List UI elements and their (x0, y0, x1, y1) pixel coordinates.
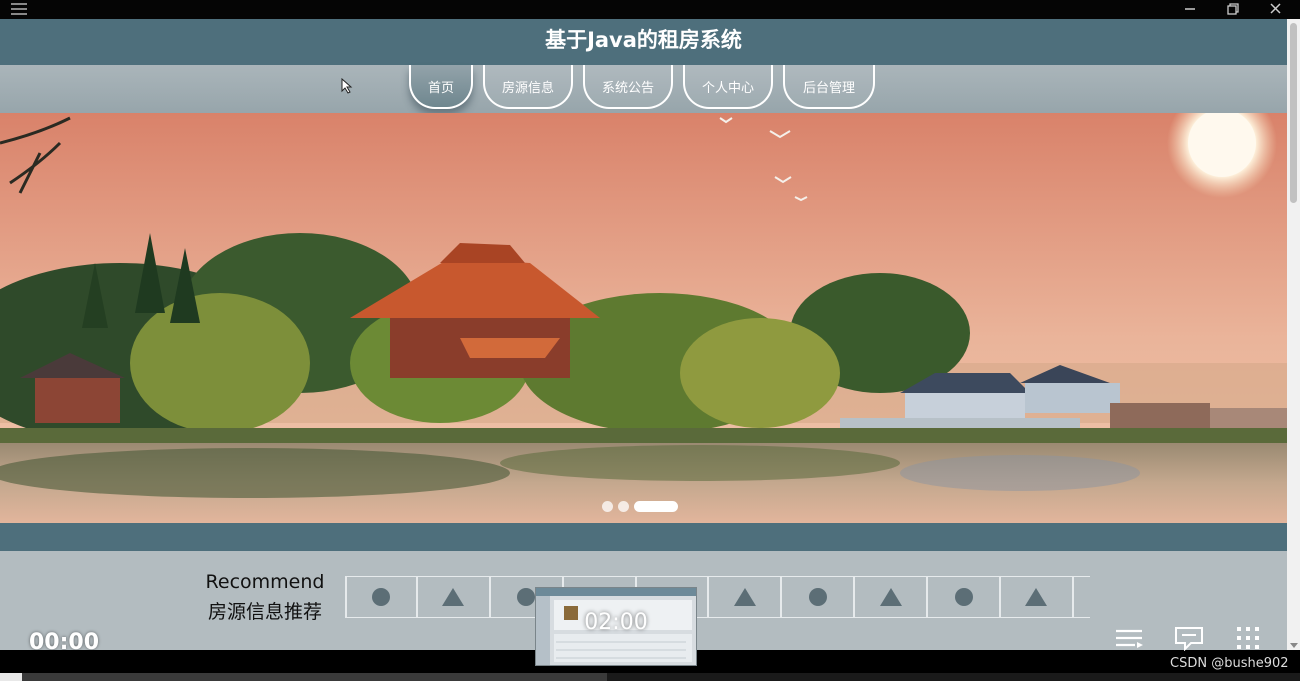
recommend-title-en: Recommend (205, 571, 325, 593)
carousel-indicators (602, 501, 678, 512)
restore-icon[interactable] (1222, 0, 1244, 18)
seek-preview-thumbnail: 02:00 (535, 587, 697, 666)
triangle-icon (442, 588, 465, 606)
recommend-tab[interactable] (928, 577, 1002, 617)
current-time: 00:00 (29, 630, 100, 655)
recommend-tab[interactable] (418, 577, 491, 617)
page-scrollbar[interactable] (1287, 19, 1300, 650)
close-icon[interactable] (1265, 0, 1287, 18)
triangle-icon (879, 588, 902, 606)
circle-icon (954, 588, 973, 606)
hero-banner[interactable] (0, 113, 1287, 523)
triangle-icon (733, 588, 756, 606)
recommend-tab[interactable] (709, 577, 783, 617)
nav-home[interactable]: 首页 (409, 65, 473, 109)
banner-scenery-image (0, 113, 1287, 523)
triangle-icon (1025, 588, 1048, 606)
minimize-icon[interactable] (1179, 0, 1201, 18)
hamburger-icon[interactable] (11, 1, 27, 17)
nav-admin[interactable]: 后台管理 (783, 65, 875, 109)
recommend-tab[interactable] (1001, 577, 1074, 617)
recommend-tabs (345, 576, 1090, 618)
nav-listings[interactable]: 房源信息 (483, 65, 573, 109)
carousel-dot-active[interactable] (634, 501, 678, 512)
circle-icon (808, 588, 827, 606)
video-progress-buffer (0, 673, 608, 681)
mouse-cursor-icon (341, 78, 353, 94)
scrollbar-thumb[interactable] (1290, 23, 1297, 203)
main-nav: 首页 房源信息 系统公告 个人中心 后台管理 (409, 65, 875, 113)
divider-strip (0, 523, 1287, 551)
circle-icon (517, 588, 536, 606)
site-title: 基于Java的租房系统 (545, 28, 742, 52)
watermark-credit: CSDN @bushe902 (1170, 656, 1289, 671)
recommend-tab[interactable] (345, 577, 418, 617)
playlist-icon[interactable] (1113, 625, 1145, 651)
window-titlebar (0, 0, 1300, 19)
recommend-title-cn: 房源信息推荐 (207, 601, 322, 623)
recommend-tab[interactable] (782, 577, 856, 617)
carousel-dot[interactable] (602, 501, 613, 512)
circle-icon (372, 588, 391, 606)
web-page: 基于Java的租房系统 首页 房源信息 系统公告 个人中心 后台管理 Recom… (0, 19, 1287, 650)
preview-time: 02:00 (584, 610, 648, 635)
grid-icon[interactable] (1234, 625, 1266, 651)
scroll-down-arrow-icon[interactable] (1290, 643, 1298, 648)
nav-announcements[interactable]: 系统公告 (583, 65, 673, 109)
carousel-dot[interactable] (618, 501, 629, 512)
site-header: 基于Java的租房系统 (0, 19, 1287, 65)
recommend-tab[interactable] (855, 577, 929, 617)
nav-personal-center[interactable]: 个人中心 (683, 65, 773, 109)
video-progress-fill[interactable] (0, 673, 23, 681)
comment-icon[interactable] (1173, 625, 1205, 652)
